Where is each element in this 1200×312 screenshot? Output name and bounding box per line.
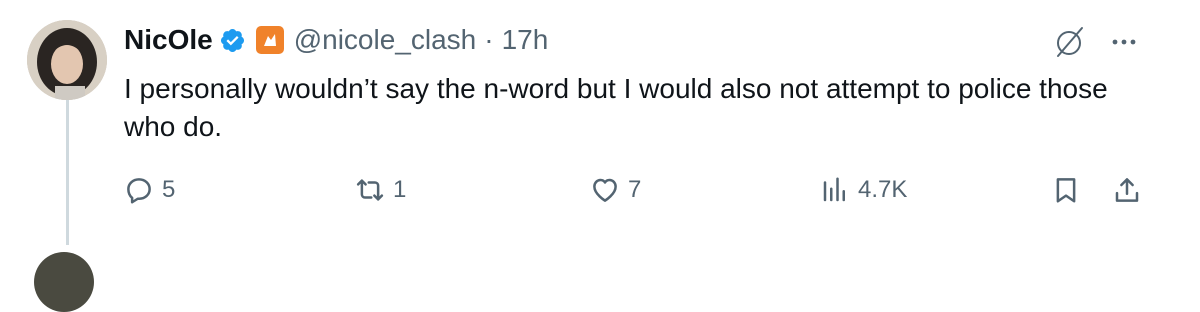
thread-line xyxy=(66,100,69,245)
grok-icon[interactable] xyxy=(1052,24,1088,60)
repost-icon xyxy=(356,179,384,201)
top-actions xyxy=(1052,24,1140,60)
like-count: 7 xyxy=(628,176,642,203)
repost-button[interactable]: 1 xyxy=(355,170,406,210)
views-icon xyxy=(823,177,845,202)
timestamp[interactable]: 17h xyxy=(502,24,549,56)
bookmark-button[interactable] xyxy=(1051,170,1081,210)
next-reply-avatar[interactable] xyxy=(34,252,94,312)
tweet-text: I personally wouldn’t say the n-word but… xyxy=(124,73,1108,142)
reply-button[interactable]: 5 xyxy=(124,170,175,210)
share-icon xyxy=(1115,178,1139,202)
display-name[interactable]: NicOle xyxy=(124,24,213,56)
tweet-header: NicOle @nicole_clash · 17h xyxy=(124,20,548,60)
bookmark-icon xyxy=(1056,178,1076,203)
views-count: 4.7K xyxy=(858,176,908,203)
avatar[interactable] xyxy=(27,20,107,100)
reply-icon xyxy=(127,178,151,204)
reply-count: 5 xyxy=(162,176,176,203)
like-button[interactable]: 7 xyxy=(590,170,641,210)
more-icon[interactable] xyxy=(1108,26,1140,58)
verified-badge-icon[interactable] xyxy=(219,27,246,54)
author-handle[interactable]: @nicole_clash xyxy=(294,24,477,56)
views-button[interactable]: 4.7K xyxy=(820,170,907,210)
affiliate-badge-icon[interactable] xyxy=(255,26,284,54)
heart-icon xyxy=(593,178,617,202)
separator-dot: · xyxy=(484,24,494,55)
repost-count: 1 xyxy=(393,176,407,203)
share-button[interactable] xyxy=(1112,170,1142,210)
